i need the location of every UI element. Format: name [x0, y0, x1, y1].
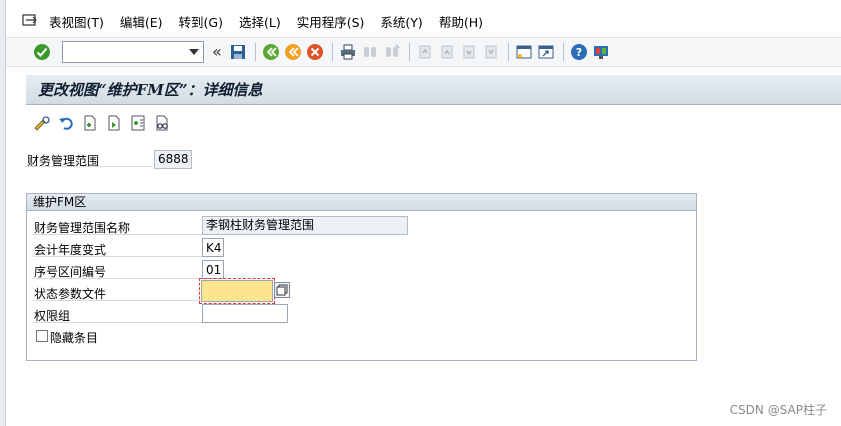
save-icon[interactable]	[228, 42, 248, 62]
last-page-icon	[481, 42, 501, 62]
next-page-icon	[459, 42, 479, 62]
auth-group-field[interactable]	[202, 304, 288, 323]
previous-page-icon	[437, 42, 457, 62]
menu-system[interactable]: 系统(Y)	[380, 12, 422, 31]
auth-group-label: 权限组	[34, 309, 71, 323]
help-icon[interactable]: ?	[569, 42, 589, 62]
fiscal-year-variant-input[interactable]	[206, 239, 223, 256]
value-help-button[interactable]	[274, 282, 290, 298]
fm-area-value: 6888	[154, 150, 192, 169]
previous-entry-icon[interactable]	[80, 113, 100, 133]
select-all-icon[interactable]	[152, 113, 172, 133]
svg-text:?: ?	[576, 46, 582, 59]
hide-items-checkbox[interactable]	[36, 330, 48, 342]
variable-list-icon[interactable]	[128, 113, 148, 133]
status-profile-field[interactable]	[199, 278, 275, 304]
number-range-input[interactable]	[206, 261, 223, 278]
undo-icon[interactable]	[56, 113, 76, 133]
menu-utilities[interactable]: 实用程序(S)	[297, 12, 365, 31]
menu-goto[interactable]: 转到(G)	[179, 12, 223, 31]
first-page-icon	[415, 42, 435, 62]
back-icon[interactable]	[261, 42, 281, 62]
number-range-label: 序号区间编号	[34, 265, 107, 279]
label-underline	[26, 166, 152, 167]
display-change-icon[interactable]	[32, 113, 52, 133]
menu-edit[interactable]: 编辑(E)	[120, 12, 163, 31]
application-toolbar	[26, 108, 841, 138]
fm-area-name-value: 李钢柱财务管理范围	[202, 216, 408, 235]
layout-icon[interactable]	[591, 42, 611, 62]
chevron-down-icon[interactable]	[189, 49, 199, 55]
print-icon[interactable]	[338, 42, 358, 62]
exit-icon[interactable]	[283, 42, 303, 62]
menu-select[interactable]: 选择(L)	[239, 12, 281, 31]
shortcut-icon[interactable]	[536, 42, 556, 62]
fiscal-year-variant-label: 会计年度变式	[34, 243, 107, 257]
new-session-icon[interactable]	[514, 42, 534, 62]
find-next-icon	[382, 42, 402, 62]
menu-table-view[interactable]: 表视图(T)	[49, 12, 104, 31]
screen-title-bar: 更改视图“维护FM区”：详细信息	[26, 75, 841, 105]
standard-toolbar: « ?	[6, 37, 841, 67]
status-profile-label: 状态参数文件	[34, 287, 107, 301]
enter-icon[interactable]	[32, 42, 52, 62]
command-field[interactable]	[62, 41, 204, 63]
value-help-icon	[276, 284, 288, 296]
cancel-icon[interactable]	[305, 42, 325, 62]
collapse-command-icon[interactable]: «	[212, 44, 222, 60]
menu-screen-icon[interactable]	[21, 13, 39, 29]
toolbar-separator	[408, 43, 410, 61]
group-title: 维护FM区	[27, 194, 696, 211]
find-icon	[360, 42, 380, 62]
toolbar-separator	[331, 43, 333, 61]
toolbar-separator	[254, 43, 256, 61]
menu-bar: 表视图(T) 编辑(E) 转到(G) 选择(L) 实用程序(S) 系统(Y) 帮…	[6, 6, 841, 36]
menu-help[interactable]: 帮助(H)	[439, 12, 483, 31]
status-profile-input[interactable]	[202, 281, 272, 301]
hide-items-label: 隐藏条目	[50, 331, 99, 345]
toolbar-separator	[507, 43, 509, 61]
command-input[interactable]	[63, 42, 183, 62]
auth-group-input[interactable]	[206, 305, 287, 322]
next-entry-icon[interactable]	[104, 113, 124, 133]
fm-area-name-label: 财务管理范围名称	[34, 221, 131, 235]
toolbar-separator	[562, 43, 564, 61]
watermark: CSDN @SAP柱子	[729, 403, 827, 417]
page-title: 更改视图“维护FM区”：详细信息	[38, 81, 263, 99]
number-range-field[interactable]	[202, 260, 224, 279]
fiscal-year-variant-field[interactable]	[202, 238, 224, 257]
